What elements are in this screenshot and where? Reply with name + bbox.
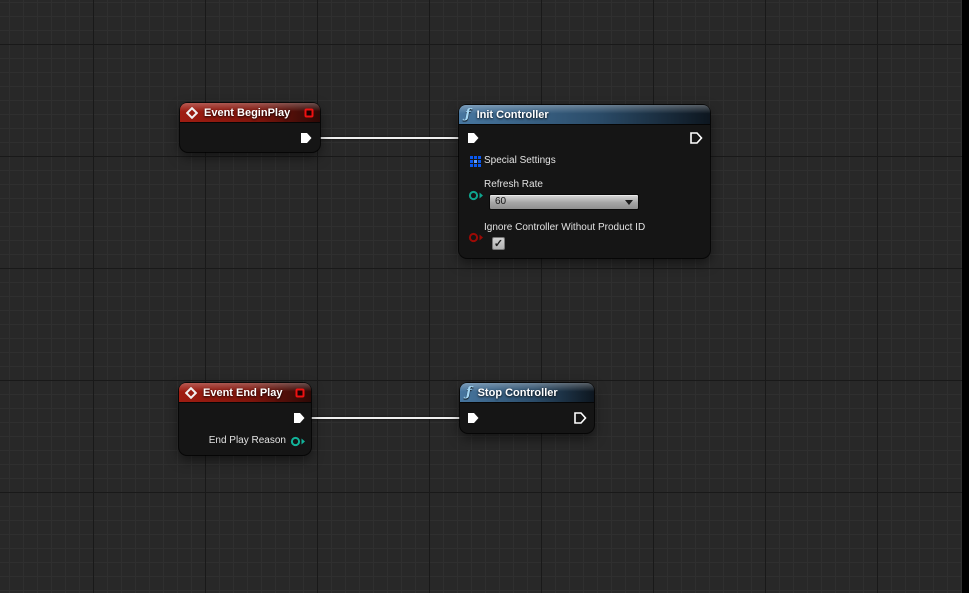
refresh-rate-dropdown[interactable]: 60 [489, 194, 639, 210]
check-icon: ✓ [494, 238, 503, 250]
node-title: Init Controller [477, 109, 549, 121]
struct-grid-icon [470, 156, 481, 167]
dropdown-arrow-icon [625, 200, 633, 205]
exec-wire-endplay-to-stopcontroller[interactable] [305, 417, 463, 420]
exec-wire-beginplay-to-initcontroller[interactable] [312, 137, 469, 140]
node-header[interactable]: Event BeginPlay [180, 103, 320, 123]
end-play-reason-output-pin[interactable] [290, 436, 306, 447]
ignore-controller-label: Ignore Controller Without Product ID [484, 222, 645, 234]
node-title: Event BeginPlay [204, 107, 290, 119]
function-icon: ƒ [465, 108, 471, 121]
event-diamond-icon [186, 107, 198, 119]
refresh-rate-input-pin[interactable] [468, 190, 484, 201]
ignore-controller-checkbox[interactable]: ✓ [492, 237, 505, 250]
node-init-controller[interactable]: ƒ Init Controller Special Settings Refre… [459, 105, 710, 258]
node-title: Stop Controller [478, 387, 558, 399]
delegate-pin-icon[interactable] [295, 388, 305, 398]
ignore-controller-bool-pin[interactable] [468, 232, 484, 243]
graph-panel-edge [962, 0, 969, 593]
special-settings-label: Special Settings [484, 155, 556, 167]
blueprint-graph-canvas[interactable]: Event BeginPlay ƒ Init Controller [0, 0, 969, 593]
node-stop-controller[interactable]: ƒ Stop Controller [460, 383, 594, 433]
refresh-rate-value: 60 [495, 196, 506, 207]
exec-output-pin[interactable] [292, 411, 306, 425]
end-play-reason-label: End Play Reason [209, 435, 286, 447]
node-header[interactable]: ƒ Init Controller [459, 105, 710, 125]
exec-output-pin[interactable] [689, 131, 703, 145]
node-header[interactable]: Event End Play [179, 383, 311, 403]
node-header[interactable]: ƒ Stop Controller [460, 383, 594, 403]
refresh-rate-label: Refresh Rate [484, 179, 543, 191]
exec-output-pin[interactable] [573, 411, 587, 425]
exec-input-pin[interactable] [466, 131, 480, 145]
node-event-end-play[interactable]: Event End Play End Play Reason [179, 383, 311, 455]
node-title: Event End Play [203, 387, 282, 399]
delegate-pin-icon[interactable] [304, 108, 314, 118]
function-icon: ƒ [466, 386, 472, 399]
exec-output-pin[interactable] [299, 131, 313, 145]
exec-input-pin[interactable] [466, 411, 480, 425]
node-event-begin-play[interactable]: Event BeginPlay [180, 103, 320, 152]
event-diamond-icon [185, 387, 197, 399]
